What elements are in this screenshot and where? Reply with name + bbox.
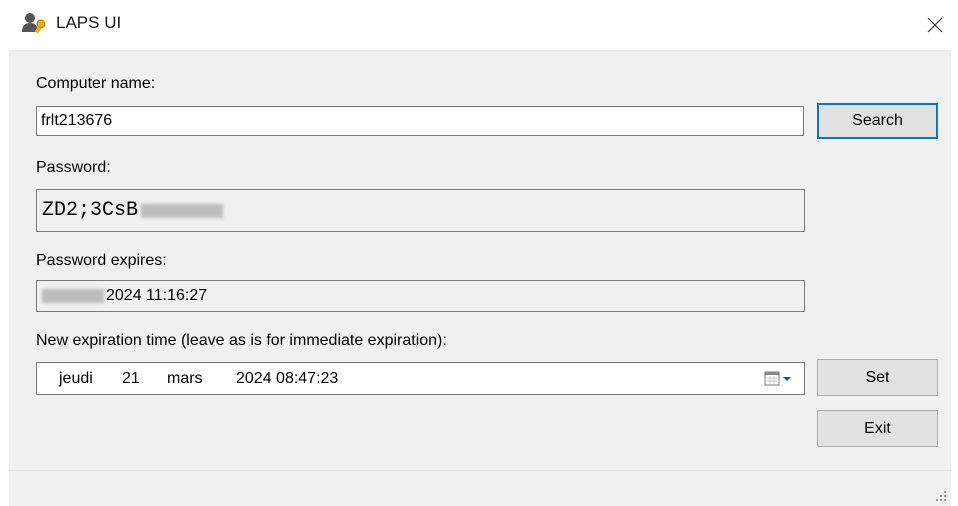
day-name-field[interactable]: jeudi	[59, 363, 93, 394]
password-field[interactable]: ZD2;3CsB	[36, 189, 805, 232]
computer-name-value: frlt213676	[41, 112, 113, 129]
computer-name-label: Computer name:	[36, 75, 156, 92]
password-expires-value: 2024 11:16:27	[106, 287, 208, 304]
laps-user-key-icon	[22, 13, 46, 34]
status-bar	[9, 470, 951, 506]
search-button[interactable]: Search	[817, 103, 938, 139]
month-field[interactable]: mars	[167, 363, 203, 394]
password-label: Password:	[36, 159, 111, 176]
resize-grip-icon[interactable]	[935, 490, 947, 502]
close-icon	[927, 17, 943, 33]
password-value: ZD2;3CsB	[42, 199, 139, 222]
title-bar: LAPS UI	[0, 0, 958, 50]
exit-button[interactable]: Exit	[817, 410, 938, 447]
year-time-field[interactable]: 2024 08:47:23	[236, 363, 338, 394]
password-redacted	[141, 203, 224, 218]
computer-name-input[interactable]: frlt213676	[36, 106, 804, 136]
new-expiration-datetime-picker[interactable]: jeudi 21 mars 2024 08:47:23	[36, 362, 805, 395]
password-expires-field[interactable]: 2024 11:16:27	[36, 280, 805, 312]
window-title: LAPS UI	[56, 13, 122, 32]
day-field[interactable]: 21	[122, 363, 140, 394]
calendar-dropdown-icon	[764, 371, 791, 386]
close-button[interactable]	[912, 0, 958, 50]
set-button[interactable]: Set	[817, 359, 938, 396]
password-expires-label: Password expires:	[36, 252, 167, 269]
expires-date-redacted	[42, 289, 104, 303]
calendar-dropdown-button[interactable]	[764, 370, 798, 388]
new-expiration-label: New expiration time (leave as is for imm…	[36, 332, 447, 349]
laps-form: Computer name: frlt213676 Search Passwor…	[9, 50, 951, 470]
